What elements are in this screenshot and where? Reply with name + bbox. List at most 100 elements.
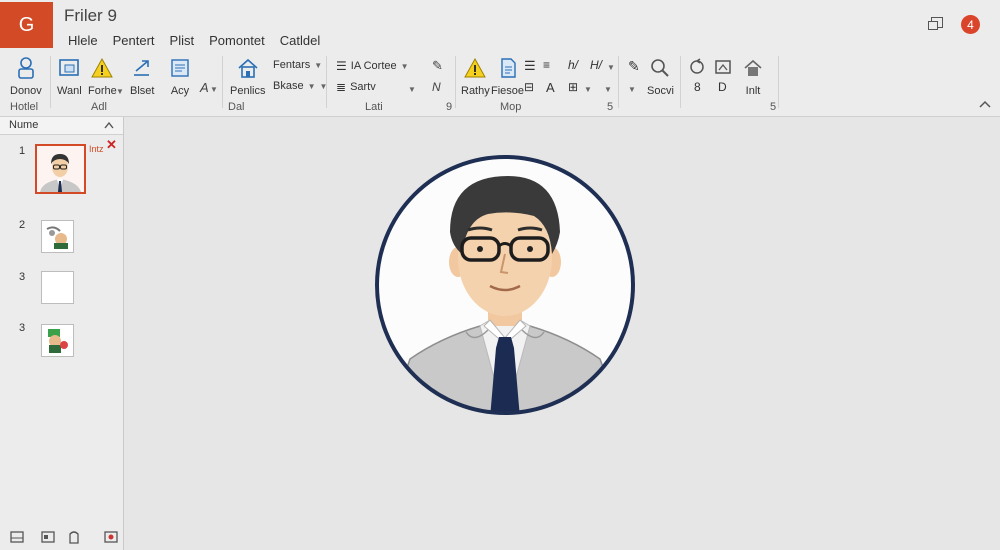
insert-button[interactable]: Inlt (741, 56, 765, 97)
italic-n-icon[interactable]: N (432, 80, 441, 94)
chevron-down-icon: ▼ (307, 81, 316, 91)
insert-button-label: Inlt (745, 85, 761, 97)
portrait-avatar-image[interactable] (370, 154, 640, 418)
ribbon-group-label: 5 (607, 101, 614, 113)
paragraph-dropdown[interactable]: ☰ IA Cortee ▼ (336, 59, 409, 73)
ribbon-group-label: Adl (91, 101, 107, 113)
format-button[interactable]: Forhe (88, 56, 117, 97)
user-button[interactable]: Donov (10, 56, 42, 97)
paragraph-dropdown-label: IA Cortee (350, 60, 397, 72)
chevron-down-icon[interactable]: ▼ (604, 85, 612, 94)
title-bar: G Friler 9 Hlele Pentert Plist Pomontet … (0, 0, 1000, 52)
user-avatar[interactable]: 4 (961, 15, 980, 34)
edit-icon[interactable]: ✎ (628, 58, 640, 75)
alert-button[interactable]: Rathy (461, 56, 490, 97)
ribbon-divider (455, 56, 456, 108)
image-edit-icon[interactable] (714, 58, 732, 76)
chevron-down-icon[interactable]: ▼ (607, 63, 615, 72)
grid-icon[interactable]: ⊞ (568, 80, 578, 94)
menu-item[interactable]: Plist (170, 33, 195, 48)
document-icon (500, 58, 516, 78)
menu-item[interactable]: Pentert (113, 33, 155, 48)
slide-thumbnail[interactable] (41, 220, 74, 253)
ribbon-divider (778, 56, 779, 108)
cartoon-thumbnail-icon (46, 226, 68, 249)
pen-icon[interactable]: ✎ (432, 58, 443, 74)
chevron-down-icon[interactable]: ▼ (408, 85, 416, 94)
slide-thumbnail-selected[interactable] (35, 144, 86, 194)
reset-button-label: Blset (130, 85, 155, 97)
slide-number: 2 (19, 219, 26, 231)
panel-title: Nume (9, 119, 39, 131)
menu-item[interactable]: Hlele (68, 33, 98, 48)
panel-footer (0, 526, 123, 550)
reading-view-icon[interactable] (67, 530, 81, 544)
strike-icon[interactable]: h/ (568, 58, 578, 72)
slide-number: 3 (19, 322, 26, 334)
document-button[interactable]: Fiesoe (491, 56, 524, 97)
reset-button[interactable]: Blset (130, 56, 154, 97)
ribbon-divider (326, 56, 327, 108)
align-icon: ≣ (336, 80, 347, 94)
thumbnail-tag: Intz (89, 144, 104, 154)
base-dropdown[interactable]: Bkase ▼ ▼ (273, 80, 327, 92)
ribbon-divider (618, 56, 619, 108)
warning-icon (464, 57, 487, 78)
option-d-button[interactable]: D (718, 80, 727, 94)
search-icon (651, 59, 670, 77)
settings-icon[interactable] (104, 530, 118, 544)
option-8-button[interactable]: 8 (694, 80, 701, 94)
home-icon (744, 59, 762, 76)
font-color-icon[interactable]: A (200, 80, 209, 95)
chevron-down-icon: ▼ (314, 60, 323, 70)
ribbon-group-label: 5 (770, 101, 777, 113)
restore-window-icon[interactable] (928, 17, 943, 30)
italic-h-icon[interactable]: H/ (590, 58, 602, 72)
normal-view-icon[interactable] (10, 530, 24, 544)
ribbon-group-label: Mop (500, 101, 522, 113)
ribbon-divider (50, 56, 51, 108)
search-button[interactable]: Socvi (647, 56, 674, 97)
slide-number: 1 (19, 145, 26, 157)
font-size-button[interactable]: A (546, 80, 555, 95)
sorter-view-icon[interactable] (41, 530, 55, 544)
chevron-down-icon: ▼ (400, 61, 409, 71)
menu-item[interactable]: Catldel (280, 33, 320, 48)
menu-item[interactable]: Pomontet (209, 33, 265, 48)
list-icon: ☰ (336, 59, 347, 73)
panel-header: Nume (0, 117, 123, 135)
slide-button[interactable]: Acy (168, 56, 192, 97)
equals-icon[interactable]: ≡ (543, 58, 550, 72)
warning-icon (91, 57, 114, 78)
chevron-down-icon[interactable]: ▼ (628, 85, 636, 94)
align-justify-icon[interactable]: ☰ (524, 58, 536, 74)
slide-thumbnail[interactable] (41, 324, 74, 357)
layout-icon (59, 59, 80, 76)
format-button-label: Forhe (88, 85, 117, 97)
fonts-dropdown[interactable]: Fentars ▼ (273, 59, 322, 71)
chevron-down-icon[interactable]: ▼ (210, 85, 218, 94)
search-button-label: Socvi (647, 85, 674, 97)
chevron-down-icon[interactable]: ▼ (584, 85, 592, 94)
chevron-up-icon[interactable] (104, 121, 114, 129)
ribbon-group-label: Lati (365, 101, 383, 113)
text-box-icon[interactable]: ⊟ (524, 80, 534, 94)
slide-button-label: Acy (170, 85, 190, 97)
chevron-down-icon[interactable]: ▼ (116, 87, 124, 96)
collapse-ribbon-icon[interactable] (978, 99, 992, 109)
user-initial: 4 (967, 17, 974, 32)
sort-dropdown[interactable]: ≣ Sartv (336, 80, 376, 94)
layout-button[interactable]: Wanl (57, 56, 82, 97)
home-icon (238, 58, 258, 78)
user-button-label: Donov (10, 85, 42, 97)
close-icon[interactable]: ✕ (106, 137, 117, 153)
menu-bar: Hlele Pentert Plist Pomontet Catldel (68, 33, 320, 48)
refresh-icon[interactable] (688, 58, 706, 76)
home-button[interactable]: Penlics (230, 56, 265, 97)
portrait-thumbnail-icon (40, 154, 81, 192)
sort-dropdown-label: Sartv (350, 81, 376, 93)
fonts-dropdown-label: Fentars (273, 59, 311, 71)
app-logo[interactable]: G (0, 2, 53, 48)
slide-thumbnail-blank[interactable] (41, 271, 74, 304)
home-button-label: Penlics (230, 85, 266, 97)
